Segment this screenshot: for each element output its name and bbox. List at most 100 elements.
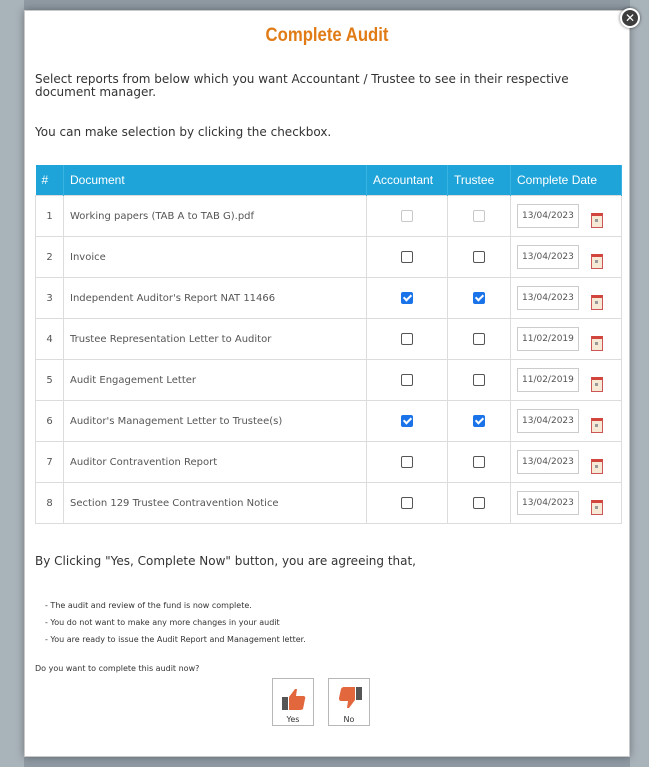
row-number: 7 [35,441,64,483]
trustee-cell [447,482,511,524]
accountant-cell [366,236,448,278]
accountant-cell [366,400,448,442]
no-button[interactable]: No [328,678,370,726]
confirm-question: Do you want to complete this audit now? [35,664,200,673]
date-picker: 13/04/2023 [517,204,615,228]
date-picker: 11/02/2019 [517,368,615,392]
document-name: Working papers (TAB A to TAB G).pdf [63,195,367,237]
trustee-checkbox[interactable] [473,374,485,386]
row-number: 4 [35,318,64,360]
table-row: 2 Invoice 13/04/2023 [35,236,622,278]
trustee-cell [447,195,511,237]
thumbs-up-icon [282,689,306,710]
backdrop-strip-left [0,0,24,767]
accountant-cell [366,359,448,401]
accountant-checkbox[interactable] [401,251,413,263]
calendar-icon[interactable] [591,212,603,228]
date-picker: 13/04/2023 [517,245,615,269]
date-picker: 13/04/2023 [517,286,615,310]
accountant-cell [366,277,448,319]
trustee-cell [447,400,511,442]
date-picker: 11/02/2019 [517,327,615,351]
close-icon[interactable]: ✕ [620,8,640,28]
header-accountant: Accountant [366,165,448,196]
date-picker: 13/04/2023 [517,409,615,433]
document-name: Independent Auditor's Report NAT 11466 [63,277,367,319]
trustee-checkbox[interactable] [473,456,485,468]
date-cell: 13/04/2023 [510,482,622,524]
document-name: Trustee Representation Letter to Auditor [63,318,367,360]
header-complete-date: Complete Date [510,165,622,196]
row-number: 1 [35,195,64,237]
document-name: Section 129 Trustee Contravention Notice [63,482,367,524]
calendar-icon[interactable] [591,376,603,392]
no-label: No [343,715,355,724]
intro-text: Select reports from below which you want… [35,72,569,99]
yes-button[interactable]: Yes [272,678,314,726]
table-row: 6 Auditor's Management Letter to Trustee… [35,400,622,442]
row-number: 8 [35,482,64,524]
calendar-icon[interactable] [591,417,603,433]
date-picker: 13/04/2023 [517,491,615,515]
trustee-checkbox[interactable] [473,251,485,263]
document-name: Audit Engagement Letter [63,359,367,401]
complete-date-input[interactable]: 13/04/2023 [517,409,579,433]
trustee-checkbox[interactable] [473,333,485,345]
hint-text: You can make selection by clicking the c… [35,125,332,139]
date-cell: 13/04/2023 [510,195,622,237]
complete-date-input[interactable]: 13/04/2023 [517,204,579,228]
document-name: Invoice [63,236,367,278]
trustee-cell [447,277,511,319]
trustee-checkbox[interactable] [473,497,485,509]
complete-date-input[interactable]: 13/04/2023 [517,245,579,269]
table-row: 1 Working papers (TAB A to TAB G).pdf 13… [35,195,622,237]
trustee-cell [447,318,511,360]
accountant-checkbox[interactable] [401,497,413,509]
calendar-icon[interactable] [591,458,603,474]
trustee-cell [447,236,511,278]
accountant-cell [366,195,448,237]
date-cell: 13/04/2023 [510,236,622,278]
complete-date-input[interactable]: 11/02/2019 [517,327,579,351]
complete-date-input[interactable]: 13/04/2023 [517,286,579,310]
row-number: 2 [35,236,64,278]
agree-text: By Clicking "Yes, Complete Now" button, … [35,554,416,568]
document-name: Auditor's Management Letter to Trustee(s… [63,400,367,442]
complete-date-input[interactable]: 13/04/2023 [517,491,579,515]
calendar-icon[interactable] [591,294,603,310]
header-number: # [35,165,64,196]
accountant-checkbox[interactable] [401,374,413,386]
accountant-checkbox[interactable] [401,333,413,345]
date-cell: 13/04/2023 [510,277,622,319]
table-row: 3 Independent Auditor's Report NAT 11466… [35,277,622,319]
row-number: 6 [35,400,64,442]
table-header-row: # Document Accountant Trustee Complete D… [35,165,622,196]
accountant-cell [366,482,448,524]
thumbs-down-icon [339,687,362,708]
accountant-checkbox [401,210,413,222]
trustee-cell [447,441,511,483]
calendar-icon[interactable] [591,499,603,515]
complete-date-input[interactable]: 13/04/2023 [517,450,579,474]
header-document: Document [63,165,367,196]
calendar-icon[interactable] [591,335,603,351]
header-trustee: Trustee [447,165,511,196]
accountant-cell [366,441,448,483]
agreement-item: - You are ready to issue the Audit Repor… [45,635,306,644]
trustee-cell [447,359,511,401]
table-row: 5 Audit Engagement Letter 11/02/2019 [35,359,622,401]
trustee-checkbox[interactable] [473,415,485,427]
trustee-checkbox[interactable] [473,292,485,304]
documents-table: # Document Accountant Trustee Complete D… [35,165,622,524]
date-cell: 13/04/2023 [510,441,622,483]
complete-date-input[interactable]: 11/02/2019 [517,368,579,392]
accountant-cell [366,318,448,360]
agreement-item: - The audit and review of the fund is no… [45,601,252,610]
date-cell: 13/04/2023 [510,400,622,442]
calendar-icon[interactable] [591,253,603,269]
accountant-checkbox[interactable] [401,456,413,468]
accountant-checkbox[interactable] [401,292,413,304]
accountant-checkbox[interactable] [401,415,413,427]
yes-label: Yes [286,715,300,724]
table-row: 8 Section 129 Trustee Contravention Noti… [35,482,622,524]
